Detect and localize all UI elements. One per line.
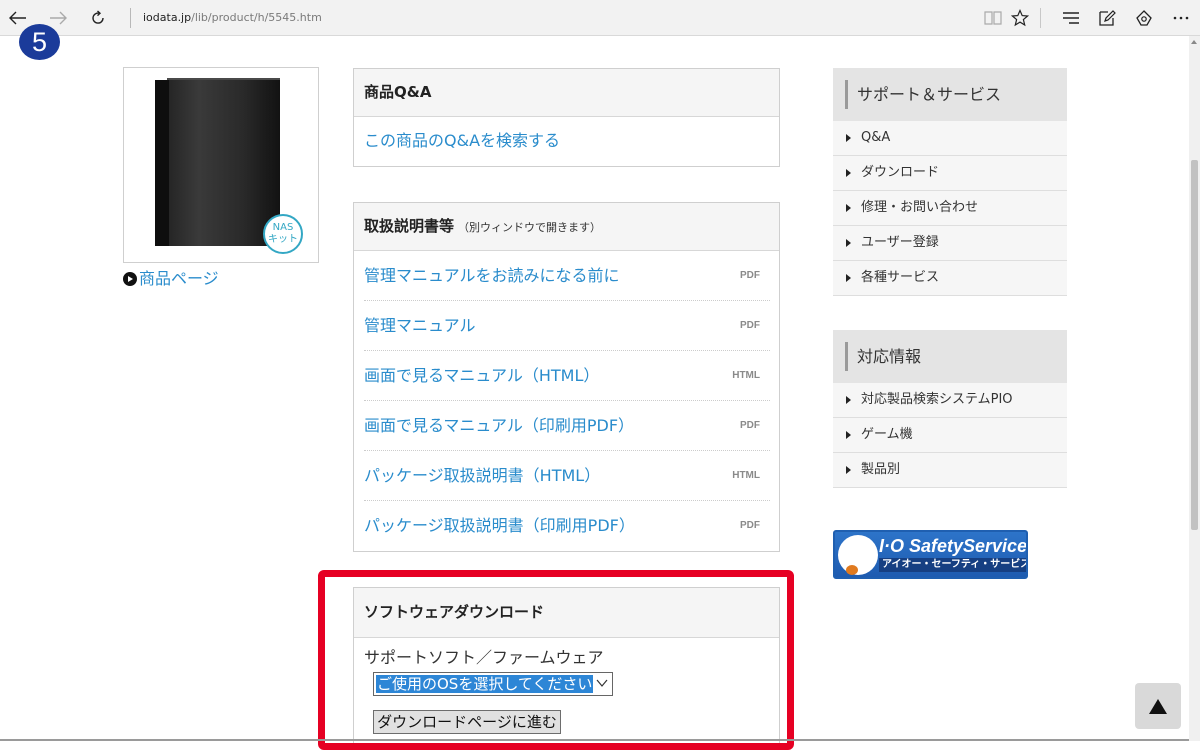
safety-service-banner[interactable]: I·O SafetyService アイオー・セーフティ・サービス <box>833 530 1028 579</box>
dog-mascot-icon <box>838 535 878 575</box>
product-image[interactable]: NAS キット <box>123 67 319 263</box>
manual-panel-subtitle: （別ウィンドウで開きます） <box>458 221 602 234</box>
play-circle-icon <box>123 272 137 286</box>
manual-row[interactable]: パッケージ取扱説明書（HTML） HTML <box>364 451 770 501</box>
product-page-label: 商品ページ <box>139 269 219 288</box>
toolbar-separator <box>1040 8 1041 28</box>
nas-device-side <box>155 80 169 246</box>
manual-link[interactable]: 画面で見るマニュアル（印刷用PDF） <box>364 416 634 435</box>
more-options-icon[interactable] <box>1167 4 1195 32</box>
manual-row[interactable]: 画面で見るマニュアル（HTML） HTML <box>364 351 770 401</box>
manual-link[interactable]: パッケージ取扱説明書（印刷用PDF） <box>364 516 635 535</box>
manual-panel-header: 取扱説明書等 （別ウィンドウで開きます） <box>354 203 779 251</box>
hub-icon[interactable] <box>1057 4 1085 32</box>
compat-menu-title: 対応情報 <box>833 330 1067 383</box>
scrollbar-thumb[interactable] <box>1191 160 1198 530</box>
step-number-badge: 5 <box>19 24 60 60</box>
support-menu-item-register[interactable]: ユーザー登録 <box>833 226 1067 261</box>
support-menu-item-qa[interactable]: Q&A <box>833 121 1067 156</box>
support-menu-item-download[interactable]: ダウンロード <box>833 156 1067 191</box>
highlight-frame <box>318 570 794 750</box>
nas-kit-badge: NAS キット <box>263 214 303 254</box>
file-type-label: PDF <box>740 520 760 531</box>
qa-panel: 商品Q&A この商品のQ&Aを検索する <box>353 68 780 167</box>
manual-row[interactable]: 画面で見るマニュアル（印刷用PDF） PDF <box>364 401 770 451</box>
web-note-icon[interactable] <box>1093 4 1121 32</box>
compat-menu-item-pio[interactable]: 対応製品検索システムPIO <box>833 383 1067 418</box>
product-page-link[interactable]: 商品ページ <box>123 268 219 290</box>
nas-device-body <box>155 80 280 246</box>
file-type-label: HTML <box>732 470 760 481</box>
manual-list: 管理マニュアルをお読みになる前に PDF 管理マニュアル PDF 画面で見るマニュア… <box>354 251 779 551</box>
manual-link[interactable]: 管理マニュアルをお読みになる前に <box>364 266 620 285</box>
file-type-label: PDF <box>740 270 760 281</box>
qa-panel-title: 商品Q&A <box>354 69 779 117</box>
manual-row[interactable]: 管理マニュアル PDF <box>364 301 770 351</box>
qa-search-link[interactable]: この商品のQ&Aを検索する <box>354 117 779 165</box>
file-type-label: PDF <box>740 320 760 331</box>
manual-row[interactable]: パッケージ取扱説明書（印刷用PDF） PDF <box>364 501 770 551</box>
support-menu-item-services[interactable]: 各種サービス <box>833 261 1067 296</box>
manual-link[interactable]: パッケージ取扱説明書（HTML） <box>364 466 600 485</box>
compat-menu-item-game[interactable]: ゲーム機 <box>833 418 1067 453</box>
support-menu-title: サポート＆サービス <box>833 68 1067 121</box>
manual-row[interactable]: 管理マニュアルをお読みになる前に PDF <box>364 251 770 301</box>
manual-panel-title: 取扱説明書等 <box>364 217 455 235</box>
scroll-up-arrow-icon[interactable] <box>1191 40 1197 44</box>
reading-view-icon[interactable] <box>979 4 1007 32</box>
address-host: iodata.jp <box>143 11 192 24</box>
refresh-icon[interactable] <box>84 4 112 32</box>
file-type-label: HTML <box>732 370 760 381</box>
page-scrollbar[interactable] <box>1189 36 1200 741</box>
safety-banner-title: I·O SafetyService <box>879 536 1028 556</box>
nas-badge-line2: キット <box>268 234 298 245</box>
favorite-star-icon[interactable] <box>1006 4 1034 32</box>
address-path: /lib/product/h/5545.htm <box>191 11 322 24</box>
safety-banner-subtitle: アイオー・セーフティ・サービス <box>879 558 1026 572</box>
manual-link[interactable]: 画面で見るマニュアル（HTML） <box>364 366 599 385</box>
manual-panel: 取扱説明書等 （別ウィンドウで開きます） 管理マニュアルをお読みになる前に PDF … <box>353 202 780 552</box>
support-menu-item-repair[interactable]: 修理・お問い合わせ <box>833 191 1067 226</box>
nas-badge-line1: NAS <box>272 222 294 233</box>
browser-toolbar: iodata.jp/lib/product/h/5545.htm <box>0 0 1200 36</box>
manual-link[interactable]: 管理マニュアル <box>364 316 476 335</box>
address-bar[interactable]: iodata.jp/lib/product/h/5545.htm <box>143 10 322 26</box>
scroll-to-top-button[interactable] <box>1135 683 1181 729</box>
file-type-label: PDF <box>740 420 760 431</box>
share-icon[interactable] <box>1130 4 1158 32</box>
compat-menu-item-product[interactable]: 製品別 <box>833 453 1067 488</box>
address-separator <box>130 8 131 28</box>
